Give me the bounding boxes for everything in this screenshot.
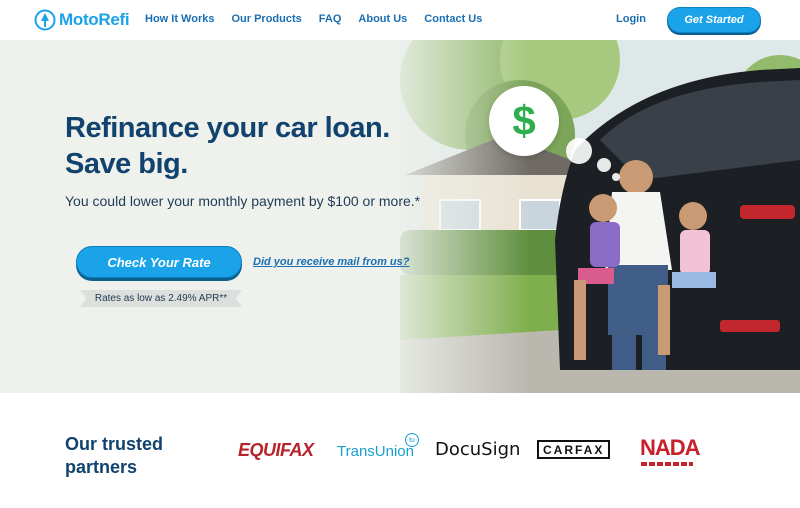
equifax-logo: EQUIFAX (238, 440, 314, 460)
login-link[interactable]: Login (616, 13, 646, 25)
logo-text: MotoRefi (59, 10, 130, 29)
motorefi-logo[interactable]: MotoRefi (34, 8, 130, 32)
partners-title-line-2: partners (65, 457, 138, 477)
docusign-logo: DocuSign (435, 439, 521, 460)
mail-link[interactable]: Did you receive mail from us? (253, 256, 410, 268)
thought-bubble-dot (566, 138, 592, 164)
get-started-button[interactable]: Get Started (667, 7, 761, 33)
nav-faq[interactable]: FAQ (319, 13, 342, 25)
thought-bubble-dot (612, 173, 620, 181)
transunion-mark-icon: tu (405, 433, 419, 447)
hero-section: $ Refinance your car loan. Save big. You… (0, 40, 800, 393)
hero-fade-overlay (330, 40, 530, 393)
nav-how-it-works[interactable]: How It Works (145, 13, 214, 25)
nav-links: How It Works Our Products FAQ About Us C… (145, 13, 499, 25)
nav-our-products[interactable]: Our Products (231, 13, 301, 25)
headline-line-1: Refinance your car loan. (65, 112, 390, 144)
partners-title-line-1: Our trusted (65, 434, 164, 454)
nada-stripe (641, 462, 693, 466)
nada-logo: NADA (640, 435, 701, 460)
carfax-logo: CARFAX (537, 440, 611, 459)
headline-line-2: Save big. (65, 148, 188, 180)
hero-subline: You could lower your monthly payment by … (65, 193, 421, 209)
nav-contact-us[interactable]: Contact Us (424, 13, 482, 25)
transunion-logo: TransUnion (337, 443, 414, 460)
nav-about-us[interactable]: About Us (358, 13, 407, 25)
dollar-sign-icon: $ (512, 97, 536, 144)
thought-bubble-dot (597, 158, 611, 172)
rate-ribbon: Rates as low as 2.49% APR** (80, 290, 242, 307)
top-navigation: MotoRefi How It Works Our Products FAQ A… (0, 0, 800, 40)
partners-title: Our trusted partners (65, 433, 163, 479)
thought-bubble: $ (489, 86, 559, 156)
check-your-rate-button[interactable]: Check Your Rate (76, 246, 242, 278)
hero-headline: Refinance your car loan. Save big. (65, 110, 390, 182)
partners-section: Our trusted partners EQUIFAX TransUnion … (0, 393, 800, 508)
logo-icon (34, 9, 56, 31)
